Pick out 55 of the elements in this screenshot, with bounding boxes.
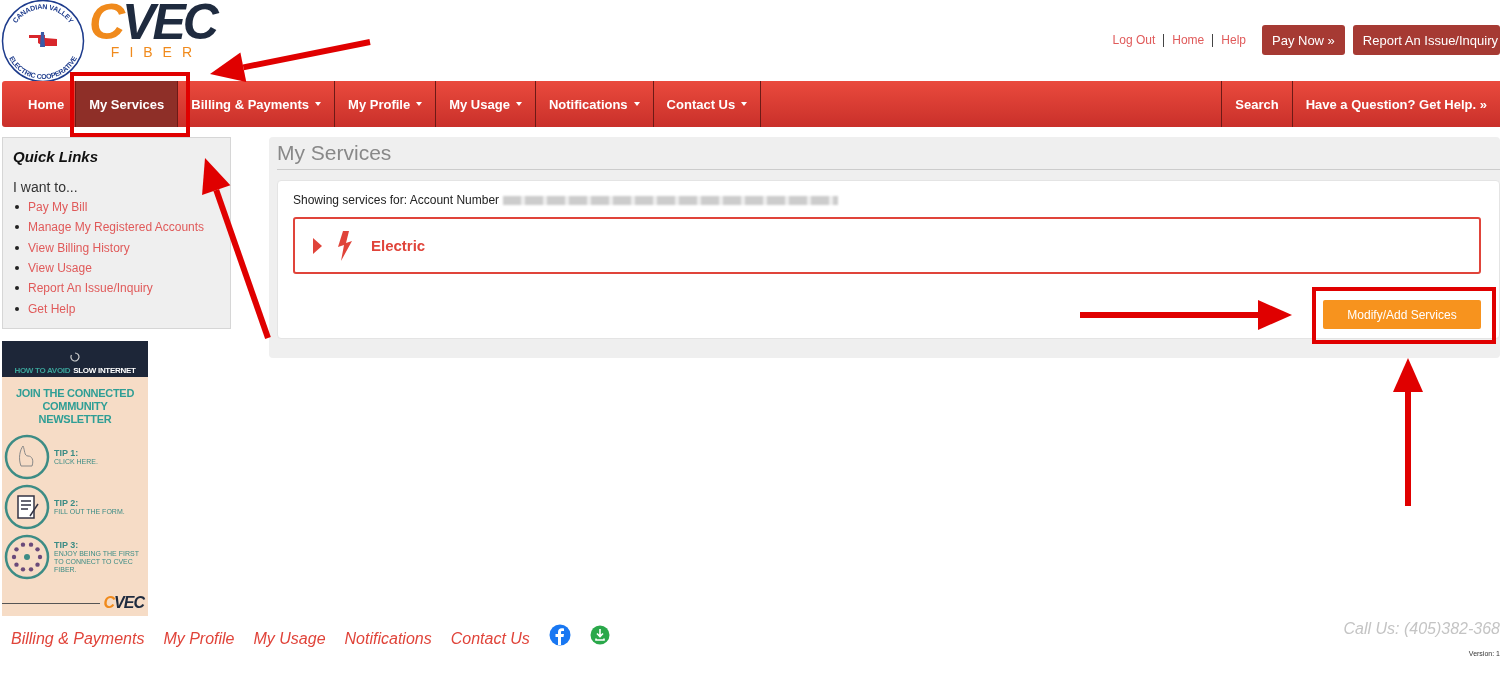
loading-icon xyxy=(70,352,80,362)
panel-title: Quick Links xyxy=(13,148,100,165)
facebook-icon[interactable] xyxy=(548,623,571,646)
brand-logo-text: CVEC xyxy=(89,0,216,44)
header-button[interactable]: Pay Now » xyxy=(1262,25,1345,55)
quick-link[interactable]: Manage My Registered Accounts xyxy=(28,220,205,235)
intro-text: I want to... xyxy=(13,179,79,195)
nav-item[interactable]: Have a Question? Get Help. » xyxy=(1291,81,1500,127)
quick-link[interactable]: View Usage xyxy=(28,261,92,276)
lightning-icon xyxy=(336,230,354,261)
nav-item[interactable]: My Usage xyxy=(436,81,536,127)
banner-logo-text: CVEC xyxy=(103,594,144,612)
banner-heading: HOW TO AVOID xyxy=(14,366,71,375)
nav-item[interactable]: Notifications xyxy=(535,81,654,127)
footer-link[interactable]: My Usage xyxy=(253,629,326,648)
footer-link[interactable]: Billing & Payments xyxy=(11,629,145,648)
nav-item[interactable]: Search xyxy=(1221,81,1292,127)
quick-link[interactable]: Get Help xyxy=(28,301,76,316)
bullet-icon xyxy=(15,266,19,271)
banner-title: JOIN THE CONNECTED COMMUNITY NEWSLETTER xyxy=(14,387,136,426)
tip-title: TIP 2: xyxy=(54,498,80,508)
service-name: Electric xyxy=(371,237,426,254)
bullet-icon xyxy=(15,225,19,230)
bullet-icon xyxy=(15,205,19,210)
quick-link[interactable]: View Billing History xyxy=(28,240,130,255)
banner-heading: SLOW INTERNET xyxy=(73,366,136,375)
bullet-icon xyxy=(15,306,19,311)
footer-link[interactable]: Notifications xyxy=(344,629,432,648)
quick-link[interactable]: Pay My Bill xyxy=(28,200,88,215)
tip-title: TIP 3: xyxy=(54,540,80,550)
service-row[interactable]: Electric xyxy=(293,217,1481,274)
nav-item[interactable]: My Services xyxy=(76,81,179,127)
people-icon xyxy=(4,534,50,580)
top-link[interactable]: Home xyxy=(1164,33,1213,47)
modify-services-button[interactable]: Modify/Add Services xyxy=(1323,300,1481,329)
footer-link[interactable]: My Profile xyxy=(163,629,235,648)
download-icon[interactable] xyxy=(589,624,610,645)
nav-item[interactable]: My Profile xyxy=(335,81,437,127)
state-map-drawing xyxy=(29,32,57,47)
quick-link[interactable]: Report An Issue/Inquiry xyxy=(28,281,153,296)
expand-caret-icon[interactable] xyxy=(313,237,322,254)
top-link[interactable]: Help xyxy=(1213,33,1254,47)
hand-icon xyxy=(4,434,50,480)
phone-number: Call Us: (405)382-368 xyxy=(1343,620,1500,638)
page-title: My Services xyxy=(277,141,1500,170)
bullet-icon xyxy=(15,286,19,291)
header-button[interactable]: Report An Issue/Inquiry xyxy=(1352,25,1500,55)
brand-subtitle: FIBER xyxy=(110,44,203,60)
tip-title: TIP 1: xyxy=(54,448,80,458)
account-label: Showing services for: Account Number xyxy=(293,193,500,207)
top-link[interactable]: Log Out xyxy=(1104,33,1164,47)
footer-link[interactable]: Contact Us xyxy=(450,629,530,648)
nav-item[interactable]: Contact Us xyxy=(653,81,762,127)
form-icon xyxy=(4,484,50,530)
bullet-icon xyxy=(15,245,19,250)
